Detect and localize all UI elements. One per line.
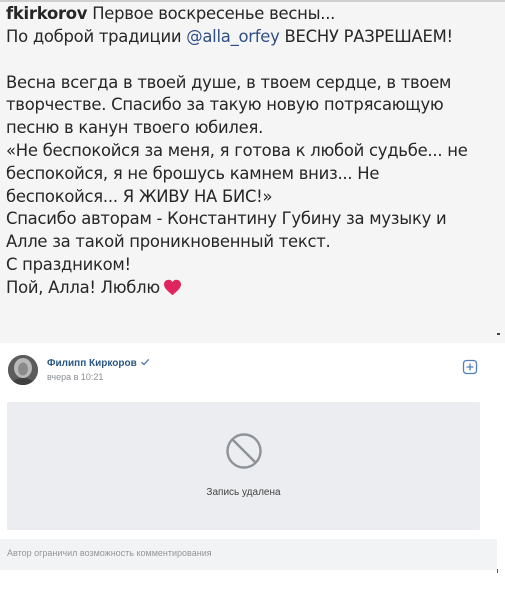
divider: [497, 569, 498, 573]
caption-line: беспокойся, я не брошусь камнем вниз... …: [6, 163, 380, 183]
caption-line: Алле за такой проникновенный текст.: [6, 232, 331, 252]
caption-second-line: По доброй традиции @alla_orfey ВЕСНУ РАЗ…: [6, 26, 498, 49]
deleted-post-placeholder: Запись удалена: [7, 402, 480, 530]
caption-line: беспокойся... Я ЖИВУ НА БИС!»: [6, 186, 273, 206]
caption-line: С праздником!: [6, 254, 131, 274]
caption-line: творчестве. Спасибо за такую новую потря…: [6, 95, 444, 115]
caption-last-line: Пой, Алла! Люблю: [6, 277, 498, 300]
deleted-post-label: Запись удалена: [206, 487, 281, 498]
caption-line: Спасибо авторам - Константину Губину за …: [6, 209, 447, 229]
divider: [0, 0, 505, 2]
comments-restricted-note: Автор ограничил возможность комментирова…: [7, 548, 212, 558]
caption-header-line: fkirkorov Первое воскресенье весны...: [6, 3, 498, 26]
ban-icon: [226, 433, 262, 469]
verified-icon: [140, 358, 149, 366]
author-name[interactable]: Филипп Киркоров: [47, 357, 150, 369]
divider: [497, 333, 500, 335]
caption-line: «Не беспокойся за меня, я готова к любой…: [6, 140, 468, 160]
caption-line: Весна всегда в твоей душе, в твоем сердц…: [6, 72, 452, 92]
caption-text-part: ВЕСНУ РАЗРЕШАЕМ!: [279, 26, 453, 46]
comments-restricted-bar: Автор ограничил возможность комментирова…: [0, 539, 497, 570]
mention-link[interactable]: @alla_orfey: [186, 27, 280, 46]
caption-text: fkirkorov Первое воскресенье весны... По…: [6, 3, 498, 300]
avatar-image: [8, 355, 38, 385]
post-time[interactable]: вчера в 10:21: [47, 372, 103, 382]
add-icon[interactable]: [462, 359, 478, 375]
caption-screenshot: fkirkorov Первое воскресенье весны... По…: [0, 0, 505, 343]
author-name-text[interactable]: Филипп Киркоров: [47, 358, 137, 369]
caption-text-part: Пой, Алла! Люблю: [6, 277, 160, 297]
heart-icon: [163, 279, 181, 295]
vk-post: Филипп Киркоров вчера в 10:21 Запись уда…: [0, 343, 505, 600]
caption-first-line: Первое воскресенье весны...: [87, 4, 336, 23]
caption-text-part: По доброй традиции: [6, 26, 187, 46]
caption-line: песню в канун твоего юбилея.: [6, 118, 264, 138]
avatar[interactable]: [8, 355, 38, 385]
username[interactable]: fkirkorov: [6, 4, 87, 23]
